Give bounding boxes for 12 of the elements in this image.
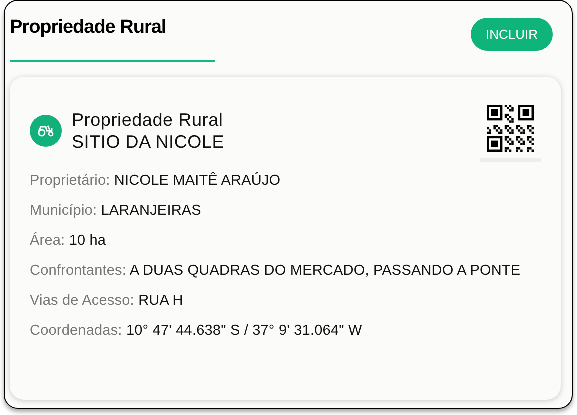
property-field: Município: LARANJEIRAS (30, 196, 541, 226)
page-title: Propriedade Rural (10, 16, 168, 40)
tractor-icon (30, 114, 62, 146)
property-name: SITIO DA NICOLE (72, 130, 225, 152)
property-field: Confrontantes: A DUAS QUADRAS DO MERCADO, PASSANDO A PONTE (30, 256, 541, 286)
include-button[interactable]: INCLUIR (470, 18, 553, 51)
qr-code-icon (487, 105, 534, 152)
property-field: Área: 10 ha (30, 226, 541, 256)
property-field: Vias de Acesso: RUA H (30, 286, 541, 316)
property-field: Coordenadas: 10° 47' 44.638" S / 37° 9' 31.064" W (30, 316, 541, 346)
property-field: Proprietário: NICOLE MAITÊ ARAÚJO (30, 166, 541, 196)
property-type: Propriedade Rural (72, 108, 224, 130)
